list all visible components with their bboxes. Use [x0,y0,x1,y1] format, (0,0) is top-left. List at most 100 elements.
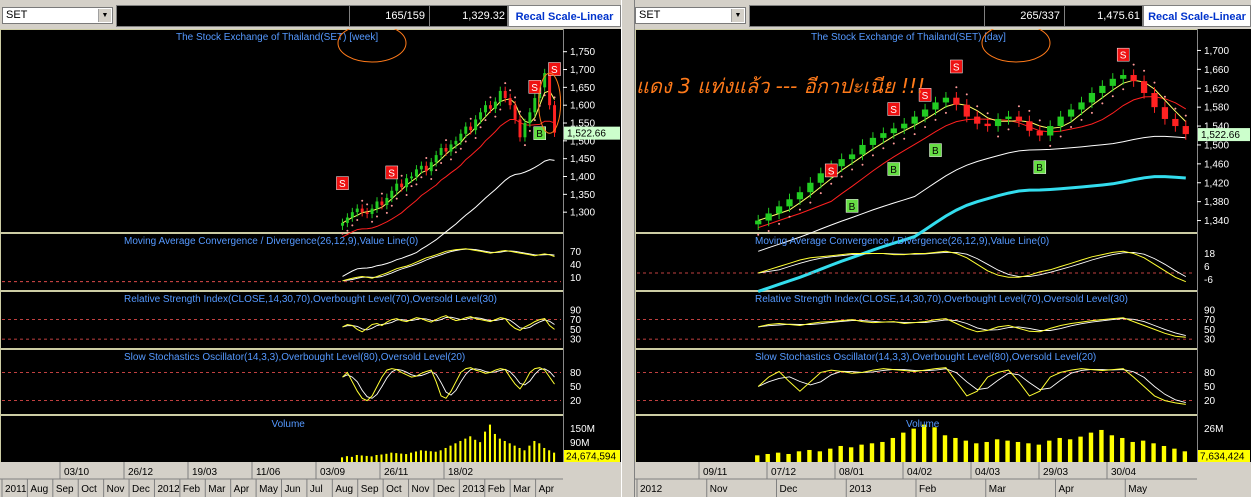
right-volume-bar [1151,443,1156,462]
left-price-panel-frame [0,29,564,233]
right-candle [921,109,929,117]
left-price-tick-label: 1,400 [570,172,595,183]
right-sar-dot [944,111,947,114]
right-candle [1172,118,1179,127]
right-sar-dot [1028,109,1031,112]
right-volume-bar [963,440,969,462]
right-buy-signal-label: B [1036,163,1043,174]
right-sar-dot [955,86,958,89]
right-macd-tick-label: 6 [1204,262,1210,273]
right-volume-bar [1057,437,1062,462]
left-date-label: 26/11 [384,467,409,478]
right-candle [807,182,814,193]
left-candle [350,212,354,218]
right-sar-dot [1090,111,1093,114]
split-divider[interactable] [621,0,635,497]
left-recal-scale-button[interactable]: Recal Scale-Linear [508,5,621,27]
right-month-label: Feb [919,484,937,495]
right-rsi-title: Relative Strength Index(CLOSE,14,30,70),… [755,294,1128,305]
left-weekly-chart[interactable]: 1,7501,7001,6501,6001,5501,5001,4501,400… [0,29,621,497]
left-price-tick-label: 1,450 [570,154,595,165]
left-volume-bar [523,450,526,462]
right-candle [1120,75,1127,79]
left-month-label: 2013 [462,484,485,495]
left-sar-dot [449,158,452,161]
left-candle [493,101,497,109]
left-sar-dot [420,176,423,179]
left-date-label: 18/02 [448,467,473,478]
right-sar-dot [1174,107,1177,110]
left-sar-dot [415,183,418,186]
left-month-label: Aug [335,484,353,495]
left-buy-signal-label: B [536,129,543,140]
left-symbol-select[interactable]: SET ▼ [2,7,113,24]
right-price-tick-label: 1,340 [1204,216,1229,227]
right-date-label: 09/11 [703,467,728,478]
right-symbol-select[interactable]: SET ▼ [635,7,746,24]
right-recal-scale-button[interactable]: Recal Scale-Linear [1143,5,1251,27]
right-volume-bar [1140,440,1146,462]
right-volume-bar [755,455,760,462]
left-price-tick-label: 1,600 [570,101,595,112]
right-buy-signal-label: B [932,146,939,157]
left-ma-fast-line [342,90,555,224]
left-month-label: Nov [107,484,125,495]
right-sell-signal-label: S [890,105,897,116]
right-volume-bar [1067,439,1073,462]
left-volume-bar [419,450,422,462]
right-volume-bar [911,428,916,462]
left-sar-dot [474,136,477,139]
left-month-label: Dec [132,484,150,495]
right-candle [1078,102,1085,110]
right-candle [755,220,762,225]
right-volume-bar [1036,444,1042,462]
left-candle [454,140,458,145]
right-date-label: 29/03 [1043,467,1068,478]
right-volume-bar [1099,429,1104,462]
right-month-label: Nov [710,484,728,495]
right-volume-bar [932,427,937,462]
left-date-label: 03/10 [64,467,89,478]
right-volume-bar [838,445,843,462]
left-rsi-title: Relative Strength Index(CLOSE,14,30,70),… [124,294,497,305]
left-candle [390,190,394,198]
chevron-down-icon[interactable]: ▼ [98,9,111,22]
left-sar-dot [553,96,556,99]
handwritten-annotation: แดง 3 แท่งแล้ว --- อีกาปะเนีย !!! [636,74,926,98]
left-price-tick-label: 1,700 [570,65,595,76]
left-volume-bar [493,433,496,462]
right-buy-signal-label: B [849,202,856,213]
left-sar-dot [489,96,492,99]
left-volume-bar [385,453,388,462]
right-volume-bar [848,447,854,462]
left-price-tick-label: 1,650 [570,83,595,94]
right-price-tick-label: 1,700 [1204,46,1229,57]
left-sar-dot [410,185,413,188]
right-volume-title: Volume [906,419,940,430]
left-month-label: Aug [30,484,48,495]
right-candle [1067,109,1075,117]
left-volume-bar [405,454,408,462]
right-last-price-label: 1,522.66 [1201,130,1240,141]
left-candle [410,176,413,179]
left-sar-dot [484,119,487,122]
left-ma-slow-line [342,159,555,277]
right-volume-bar [1005,440,1010,462]
right-volume-tick-label: 26M [1204,424,1223,435]
right-volume-bar [994,439,1000,462]
right-volume-last-label: 7,634,424 [1200,452,1245,463]
right-candle [1026,121,1033,131]
left-volume-bar [375,454,378,462]
chevron-down-icon[interactable]: ▼ [731,9,744,22]
left-candle [370,208,374,214]
right-candle [942,97,950,103]
left-candle [424,165,428,172]
left-price-tick-label: 1,350 [570,190,595,201]
right-ma-slow-line [758,135,1186,252]
right-candle [901,123,908,129]
left-last-price-label: 1,522.66 [567,129,606,140]
right-price-tick-label: 1,380 [1204,197,1229,208]
left-sar-dot [533,119,536,122]
right-volume-bar [765,453,770,462]
right-sar-dot [778,222,781,225]
